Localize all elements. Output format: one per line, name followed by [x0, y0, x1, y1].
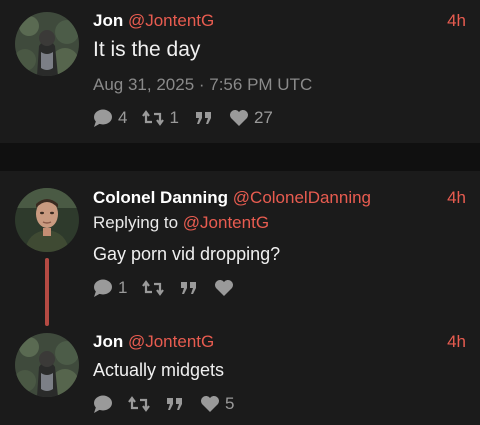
avatar[interactable]: [15, 333, 79, 397]
quote-icon: [195, 112, 211, 124]
avatar[interactable]: [15, 12, 79, 76]
tweet-actions: 1: [93, 277, 249, 299]
like-count: 5: [225, 394, 235, 413]
post-time[interactable]: 4h: [447, 331, 466, 353]
author-handle[interactable]: @JontentG: [128, 332, 214, 351]
avatar[interactable]: [15, 188, 79, 252]
reply-count: 4: [118, 108, 128, 127]
author-name[interactable]: Colonel Danning: [93, 188, 228, 207]
quote-icon: [181, 282, 197, 294]
replying-handle[interactable]: @JontentG: [183, 213, 269, 232]
author-handle[interactable]: @ColonelDanning: [233, 188, 371, 207]
reply-button[interactable]: 1: [93, 278, 127, 298]
post-time[interactable]: 4h: [447, 187, 466, 209]
thread-feed: Jon @JontentG 4h It is the day Aug 31, 2…: [0, 0, 480, 425]
quote-button[interactable]: [194, 110, 214, 126]
retweet-count: 1: [169, 108, 179, 127]
reply-button[interactable]: 4: [93, 108, 127, 128]
replying-to: Replying to @JontentG: [93, 212, 269, 234]
reply-button[interactable]: [93, 395, 113, 413]
speech-bubble-icon: [94, 279, 112, 297]
retweet-button[interactable]: [142, 280, 165, 296]
quote-icon: [167, 398, 182, 410]
reply-count: 1: [118, 278, 128, 297]
retweet-icon: [128, 396, 150, 412]
thread-connector-line: [45, 258, 49, 326]
author-name[interactable]: Jon: [93, 332, 123, 351]
retweet-icon: [142, 110, 165, 126]
main-tweet[interactable]: Jon @JontentG 4h It is the day Aug 31, 2…: [0, 0, 480, 143]
like-button[interactable]: 27: [229, 108, 273, 128]
like-button[interactable]: 5: [200, 394, 234, 414]
tweet-actions: 4 1 27: [93, 107, 288, 129]
speech-bubble-icon: [94, 395, 112, 413]
tweet-text: Actually midgets: [93, 360, 225, 380]
retweet-icon: [142, 280, 165, 296]
thread-divider: [0, 143, 480, 171]
tweet-text: Gay porn vid dropping?: [93, 244, 281, 264]
reply-tweet[interactable]: Colonel Danning @ColonelDanning 4h Reply…: [0, 171, 480, 321]
retweet-button[interactable]: [128, 396, 150, 412]
heart-icon: [229, 110, 248, 126]
tweet-actions: 5: [93, 393, 249, 415]
quote-button[interactable]: [165, 396, 185, 412]
heart-icon: [215, 280, 234, 296]
author-handle[interactable]: @JontentG: [128, 11, 214, 30]
author-name[interactable]: Jon: [93, 11, 123, 30]
tweet-timestamp[interactable]: Aug 31, 2025 · 7:56 PM UTC: [93, 74, 312, 96]
author-line: Colonel Danning @ColonelDanning: [93, 187, 371, 209]
heart-icon: [201, 396, 219, 412]
reply-tweet[interactable]: Jon @JontentG 4h Actually midgets 5: [0, 321, 480, 425]
post-time[interactable]: 4h: [447, 10, 466, 32]
speech-bubble-icon: [94, 109, 112, 127]
replying-prefix: Replying to: [93, 213, 179, 232]
tweet-text: It is the day: [93, 38, 201, 61]
quote-button[interactable]: [179, 280, 199, 296]
retweet-button[interactable]: 1: [142, 108, 179, 128]
like-button[interactable]: [214, 279, 234, 297]
like-count: 27: [253, 108, 273, 127]
author-line: Jon @JontentG: [93, 331, 214, 353]
author-line: Jon @JontentG: [93, 10, 214, 32]
